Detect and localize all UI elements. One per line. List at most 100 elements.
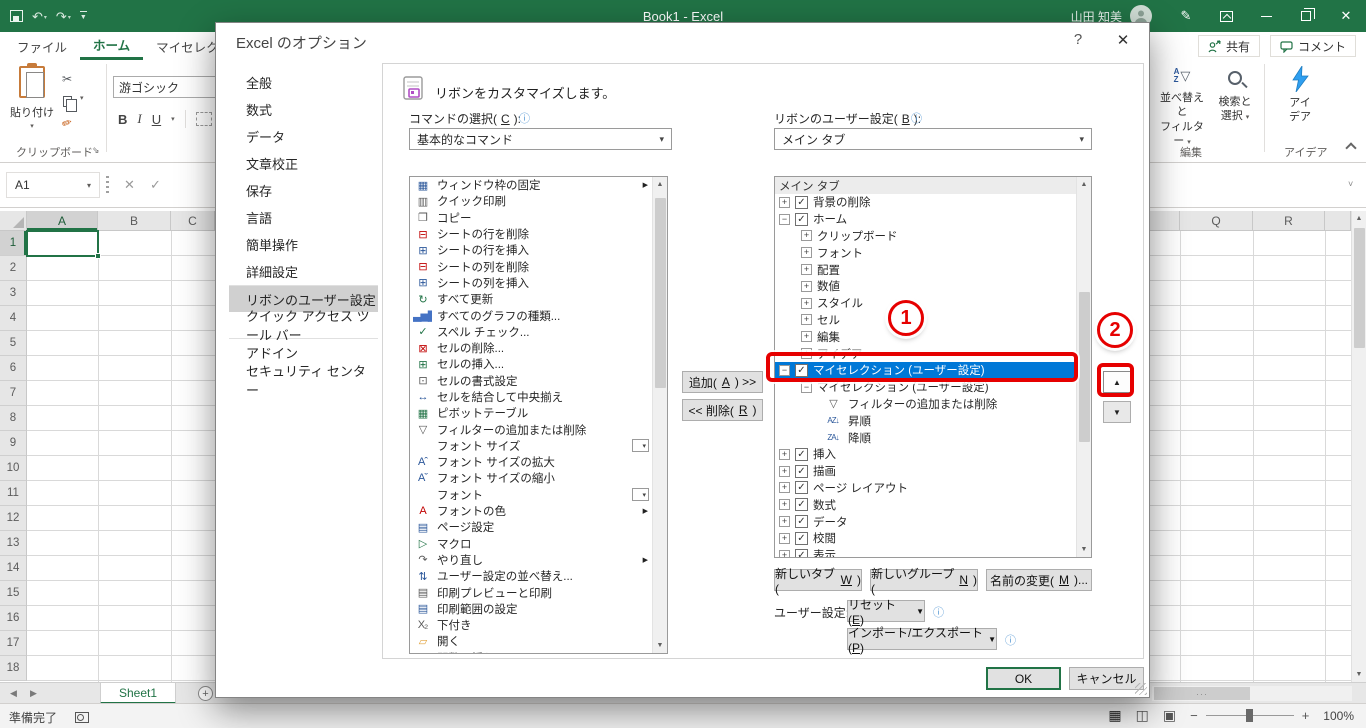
command-item[interactable]: A フォントの色 ▶	[410, 503, 652, 519]
row-header-14[interactable]: 14	[0, 556, 27, 581]
ribbon-tree-item[interactable]: + クリップボード	[775, 228, 1076, 245]
command-item[interactable]: ⊞ セルの挿入...	[410, 356, 652, 372]
ribbon-tree-item[interactable]: + 編集	[775, 328, 1076, 345]
column-header-B[interactable]: B	[98, 211, 171, 231]
options-nav-item-7[interactable]: 簡単操作	[229, 231, 378, 258]
expand-box-icon[interactable]: +	[779, 499, 790, 511]
ribbon-tab-2[interactable]: ホーム	[80, 32, 144, 60]
row-header-8[interactable]: 8	[0, 406, 27, 431]
command-item[interactable]: ▽ フィルターの追加または削除	[410, 421, 652, 437]
command-item[interactable]: ⊡ セルの書式設定	[410, 373, 652, 389]
scroll-up-icon[interactable]: ▲	[1077, 177, 1092, 192]
ribbon-tree-item[interactable]: + フォント	[775, 244, 1076, 261]
column-header-R[interactable]: R	[1253, 211, 1325, 231]
options-nav-item-1[interactable]: 全般	[229, 69, 378, 96]
checkbox[interactable]: ✓	[795, 515, 808, 529]
expand-box-icon[interactable]: +	[801, 331, 812, 343]
command-item[interactable]: ▃▅▇ すべてのグラフの種類...	[410, 307, 652, 323]
fill-handle[interactable]	[95, 253, 101, 259]
command-item[interactable]: ↷ やり直し ▶	[410, 552, 652, 568]
sheet-tab[interactable]: Sheet1	[100, 683, 177, 704]
expand-box-icon[interactable]: +	[801, 280, 812, 292]
ribbon-tree-item[interactable]: + セル	[775, 312, 1076, 329]
chevron-down-icon[interactable]: ▾	[171, 115, 175, 123]
bold-button[interactable]: B	[118, 112, 127, 127]
row-header-10[interactable]: 10	[0, 456, 27, 481]
collapse-ribbon-icon[interactable]	[1345, 142, 1357, 154]
expand-box-icon[interactable]: +	[779, 196, 790, 208]
chevron-down-icon[interactable]: ▾	[80, 94, 84, 102]
ideas-button[interactable]: アイ デア	[1274, 66, 1326, 125]
zoom-in-icon[interactable]: +	[1302, 708, 1310, 723]
font-name-box[interactable]: 游ゴシック	[113, 76, 223, 98]
ribbon-tab-1[interactable]: ファイル	[4, 32, 80, 60]
ribbon-tree-item[interactable]: + ✓ 数式	[775, 496, 1076, 513]
command-item[interactable]: ⊞ シートの行を挿入	[410, 242, 652, 258]
tree-scrollbar[interactable]: ▲ ▼	[1076, 177, 1091, 557]
command-item[interactable]: ↔ セルを結合して中央揃え	[410, 389, 652, 405]
macro-record-icon[interactable]	[75, 712, 90, 723]
enter-entry-icon[interactable]: ✓	[150, 177, 161, 193]
new-tab-button[interactable]: 新しいタブ(W)	[774, 567, 862, 596]
find-select-button[interactable]: 検索と 選択 ▾	[1209, 68, 1261, 124]
checkbox[interactable]: ✓	[795, 195, 808, 209]
paste-button[interactable]: 貼り付け ▾	[10, 63, 54, 150]
page-layout-view-icon[interactable]: ◫	[1136, 707, 1149, 724]
row-header-1[interactable]: 1	[0, 231, 27, 256]
row-header-2[interactable]: 2	[0, 256, 27, 281]
ribbon-tree-item[interactable]: + スタイル	[775, 295, 1076, 312]
commands-scrollbar[interactable]: ▲ ▼	[652, 177, 667, 653]
horizontal-scrollbar[interactable]: ···	[1152, 686, 1352, 701]
borders-button[interactable]	[195, 112, 212, 126]
options-nav-item-5[interactable]: 保存	[229, 177, 378, 204]
command-item[interactable]: Aˆ フォント サイズの拡大	[410, 454, 652, 470]
info-icon[interactable]: ⓘ	[911, 110, 922, 126]
checkbox[interactable]: ✓	[795, 531, 808, 545]
options-nav-item-10[interactable]: クイック アクセス ツール バー	[229, 309, 378, 343]
ribbon-tree-item[interactable]: + 数値	[775, 278, 1076, 295]
options-nav-item-3[interactable]: データ	[229, 123, 378, 150]
options-nav-item-2[interactable]: 数式	[229, 96, 378, 123]
command-item[interactable]: ✓ スペル チェック...	[410, 324, 652, 340]
page-break-view-icon[interactable]: ▣	[1163, 707, 1176, 724]
name-box[interactable]: A1 ▾	[6, 172, 100, 198]
ribbon-tree-item[interactable]: ▽ フィルターの追加または削除	[775, 396, 1076, 413]
next-sheet-icon[interactable]: ▶	[30, 688, 37, 699]
options-nav-item-4[interactable]: 文章校正	[229, 150, 378, 177]
scroll-up-icon[interactable]: ▲	[1352, 211, 1366, 226]
grid-body[interactable]	[1150, 231, 1351, 682]
column-header-Q[interactable]: Q	[1180, 211, 1253, 231]
minimize-button[interactable]	[1246, 0, 1286, 32]
zoom-track[interactable]	[1205, 709, 1294, 722]
restore-button[interactable]	[1286, 0, 1326, 32]
prev-sheet-icon[interactable]: ◀	[10, 688, 17, 699]
scrollbar-thumb[interactable]	[1353, 228, 1365, 348]
column-header-partial[interactable]	[1150, 211, 1180, 231]
comments-button[interactable]: コメント	[1269, 35, 1356, 57]
row-header-18[interactable]: 18	[0, 656, 27, 681]
zoom-out-icon[interactable]: −	[1190, 708, 1198, 723]
expand-box-icon[interactable]: +	[801, 314, 812, 326]
expand-box-icon[interactable]: +	[801, 247, 812, 259]
expand-formula-bar-icon[interactable]: ˅	[1348, 179, 1353, 189]
expand-box-icon[interactable]: +	[801, 264, 812, 276]
ribbon-tree-item[interactable]: + ✓ データ	[775, 513, 1076, 530]
expand-box-icon[interactable]: +	[801, 297, 812, 309]
expand-box-icon[interactable]: +	[779, 448, 790, 460]
zoom-thumb[interactable]	[1245, 709, 1253, 722]
checkbox[interactable]: ✓	[795, 498, 808, 512]
command-item[interactable]: ⊟ シートの行を削除	[410, 226, 652, 242]
customize-ribbon-dropdown[interactable]: メイン タブ ▾	[774, 128, 1092, 150]
cancel-button[interactable]: キャンセル	[1069, 667, 1144, 690]
row-header-16[interactable]: 16	[0, 606, 27, 631]
command-item[interactable]: フォント サイズ ▾	[410, 438, 652, 454]
formula-bar-divider[interactable]	[106, 176, 109, 194]
command-item[interactable]: X₂ 下付き	[410, 617, 652, 633]
checkbox[interactable]: ✓	[795, 212, 808, 226]
active-cell-a1[interactable]	[26, 230, 101, 259]
ribbon-tree-item[interactable]: + ✓ 挿入	[775, 446, 1076, 463]
command-item[interactable]: フォント ▾	[410, 487, 652, 503]
command-item[interactable]: ▦ ピボットテーブル	[410, 405, 652, 421]
share-button[interactable]: 共有	[1197, 35, 1260, 57]
scrollbar-thumb[interactable]: ···	[1154, 687, 1250, 700]
